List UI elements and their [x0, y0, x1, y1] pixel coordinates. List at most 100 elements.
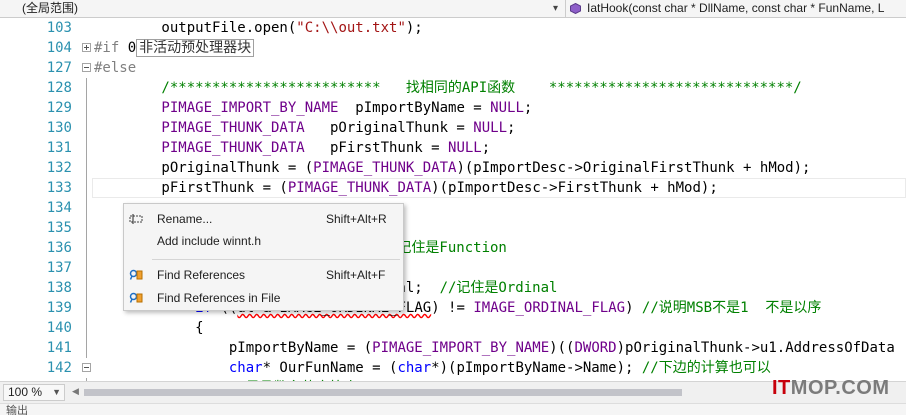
menu-label: Find References in File — [157, 291, 281, 305]
code-token: PIMAGE_IMPORT_BY_NAME — [372, 340, 550, 356]
fold-guide-line — [86, 138, 87, 158]
line-number: 130 — [46, 120, 72, 136]
code-token: pOriginalThunk = ( — [94, 160, 314, 176]
code-text: pFirstThunk = (PIMAGE_THUNK_DATA)(pImpor… — [94, 178, 717, 198]
code-line[interactable]: 103 outputFile.open("C:\\out.txt"); — [0, 18, 906, 38]
code-text: #if 0 非活动预处理器块 — [94, 38, 255, 58]
line-number: 138 — [46, 280, 72, 296]
code-line[interactable]: 142 char* OurFunName = (char*)(pImportBy… — [0, 358, 906, 378]
fold-guide-line — [86, 198, 87, 218]
navigation-bar: (全局范围) ▾ IatHook(const char * DllName, c… — [0, 0, 906, 18]
line-number: 139 — [46, 300, 72, 316]
fold-guide-line — [86, 218, 87, 238]
code-token: pFirstThunk = — [304, 140, 449, 156]
code-text: { — [94, 318, 204, 338]
code-token: pImportByName = — [338, 100, 491, 116]
menu-item-add-include[interactable]: Add include winnt.h — [124, 230, 403, 252]
output-panel-header[interactable]: 输出 — [0, 403, 906, 415]
code-token: #if — [94, 40, 128, 56]
watermark-logo: ITMOP.COM — [772, 377, 889, 400]
collapse-icon[interactable] — [82, 363, 91, 372]
code-token: * OurFunName = ( — [262, 360, 398, 376]
chevron-down-icon[interactable]: ▾ — [553, 0, 558, 17]
code-token: char — [397, 360, 432, 376]
code-token: { — [94, 320, 204, 336]
code-token: outputFile.open( — [94, 20, 297, 36]
code-token: /************************* 找相同的API函数 ***… — [94, 80, 802, 96]
code-line[interactable]: 131 PIMAGE_THUNK_DATA pFirstThunk = NULL… — [0, 138, 906, 158]
code-token: PIMAGE_THUNK_DATA — [94, 140, 305, 156]
code-line[interactable]: 140 { — [0, 318, 906, 338]
code-line[interactable]: 128 /************************* 找相同的API函数… — [0, 78, 906, 98]
horizontal-scrollbar-thumb[interactable] — [84, 389, 682, 396]
code-text: PIMAGE_THUNK_DATA pFirstThunk = NULL; — [94, 138, 490, 158]
code-token: pImportByName = ( — [94, 340, 373, 356]
expand-icon[interactable] — [82, 43, 91, 52]
scope-dropdown[interactable]: (全局范围) — [0, 0, 565, 18]
line-number: 132 — [46, 160, 72, 176]
code-token: ) — [625, 300, 642, 316]
fold-guide-line — [86, 258, 87, 278]
code-token: ); — [405, 20, 423, 36]
line-number: 135 — [46, 220, 72, 236]
code-token: "C:\\out.txt" — [296, 20, 406, 36]
code-line[interactable]: 104 #if 0 非活动预处理器块 — [0, 38, 906, 58]
code-token: NULL — [448, 140, 482, 156]
fold-guide-line — [86, 78, 87, 98]
code-token: *)(pImportByName->Name); — [431, 360, 642, 376]
code-text: PIMAGE_THUNK_DATA pOriginalThunk = NULL; — [94, 118, 515, 138]
code-token: )(pImportDesc->OriginalFirstThunk + hMod… — [456, 160, 811, 176]
fold-guide-line — [86, 298, 87, 318]
code-line[interactable]: 130 PIMAGE_THUNK_DATA pOriginalThunk = N… — [0, 118, 906, 138]
line-number: 127 — [46, 60, 72, 76]
line-number: 142 — [46, 360, 72, 376]
code-line[interactable]: 127 #else — [0, 58, 906, 78]
menu-label: Find References — [157, 268, 246, 282]
code-token: )pOriginalThunk->u1.AddressOfData — [616, 340, 895, 356]
code-text: PIMAGE_IMPORT_BY_NAME pImportByName = NU… — [94, 98, 532, 118]
code-line[interactable]: 132 pOriginalThunk = (PIMAGE_THUNK_DATA)… — [0, 158, 906, 178]
context-menu: Rename... Shift+Alt+R Add include winnt.… — [123, 203, 404, 311]
chevron-down-icon[interactable]: ▼ — [52, 385, 61, 400]
menu-item-rename[interactable]: Rename... Shift+Alt+R — [124, 208, 403, 230]
scroll-left-arrow-icon[interactable]: ◀ — [72, 386, 79, 397]
line-number: 104 — [46, 40, 72, 56]
code-text: pImportByName = (PIMAGE_IMPORT_BY_NAME)(… — [94, 338, 895, 358]
code-token: ) != — [431, 300, 474, 316]
inactive-block-label[interactable]: 非活动预处理器块 — [136, 39, 255, 57]
zoom-dropdown[interactable]: 100 % ▼ — [3, 384, 65, 401]
menu-item-find-references[interactable]: Find References Shift+Alt+F — [124, 264, 403, 286]
fold-guide-line — [86, 278, 87, 298]
code-token: IMAGE_ORDINAL_FLAG — [473, 300, 626, 316]
code-editor[interactable]: 103 outputFile.open("C:\\out.txt"); 104 #i… — [0, 18, 906, 381]
method-icon — [570, 3, 581, 14]
code-text: char* OurFunName = (char*)(pImportByName… — [94, 358, 771, 378]
code-token: pOriginalThunk = — [304, 120, 474, 136]
line-number: 140 — [46, 320, 72, 336]
menu-label: Rename... — [157, 212, 213, 226]
rename-icon — [129, 214, 143, 224]
code-token: DWORD — [574, 340, 617, 356]
code-line[interactable]: 129 PIMAGE_IMPORT_BY_NAME pImportByName … — [0, 98, 906, 118]
line-number: 103 — [46, 20, 72, 36]
code-token: )(( — [549, 340, 575, 356]
code-token: PIMAGE_IMPORT_BY_NAME — [94, 100, 339, 116]
fold-guide-line — [86, 178, 87, 198]
code-line[interactable]: 141 pImportByName = (PIMAGE_IMPORT_BY_NA… — [0, 338, 906, 358]
line-number: 137 — [46, 260, 72, 276]
scope-label: (全局范围) — [22, 1, 78, 15]
code-line[interactable]: 133 pFirstThunk = (PIMAGE_THUNK_DATA)(pI… — [0, 178, 906, 198]
code-token: 0 — [127, 40, 137, 56]
menu-shortcut: Shift+Alt+R — [326, 212, 387, 226]
code-text: #else — [94, 58, 136, 78]
code-token: #else — [94, 60, 137, 76]
zoom-level: 100 % — [8, 385, 43, 399]
code-token: PIMAGE_THUNK_DATA — [94, 120, 305, 136]
code-token: PIMAGE_THUNK_DATA — [287, 180, 432, 196]
collapse-icon[interactable] — [82, 63, 91, 72]
member-dropdown[interactable]: IatHook(const char * DllName, const char… — [566, 0, 906, 18]
menu-separator — [152, 259, 400, 260]
fold-guide-line — [86, 158, 87, 178]
menu-item-find-references-in-file[interactable]: Find References in File — [124, 287, 403, 309]
line-number: 131 — [46, 140, 72, 156]
